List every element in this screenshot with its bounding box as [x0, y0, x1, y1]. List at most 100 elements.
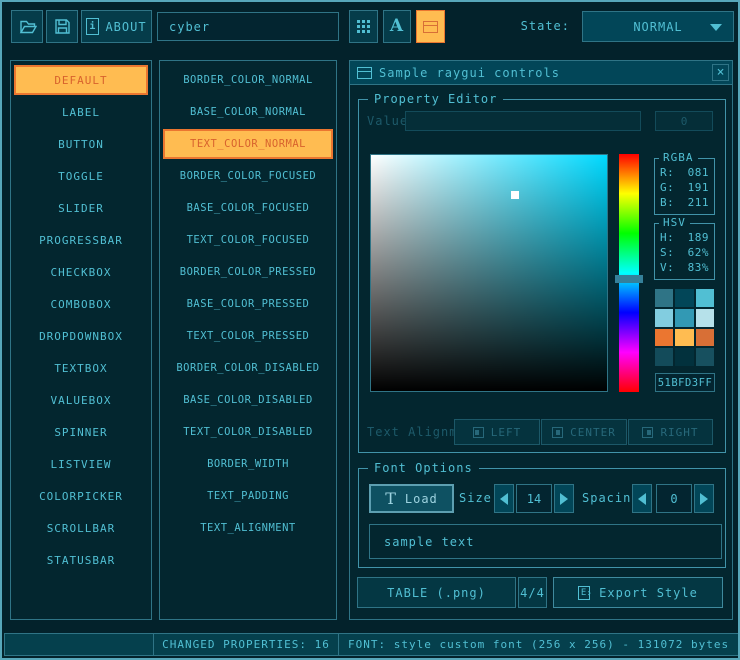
- list-item[interactable]: BORDER_COLOR_FOCUSED: [163, 161, 333, 191]
- list-item[interactable]: COMBOBOX: [14, 289, 148, 319]
- load-font-button[interactable]: T Load: [369, 484, 454, 513]
- palette-swatch[interactable]: [675, 348, 693, 366]
- spacing-value-box[interactable]: 0: [656, 484, 692, 513]
- list-item[interactable]: SCROLLBAR: [14, 513, 148, 543]
- spacing-decrease-button[interactable]: [632, 484, 652, 513]
- spacing-increase-button[interactable]: [694, 484, 714, 513]
- palette-swatch[interactable]: [696, 329, 714, 347]
- hex-color-input[interactable]: 51BFD3FF: [655, 373, 715, 392]
- list-item[interactable]: PROGRESSBAR: [14, 225, 148, 255]
- s-value: 62%: [688, 245, 709, 260]
- list-item[interactable]: DROPDOWNBOX: [14, 321, 148, 351]
- rgba-group: RGBA R: 081 G: 191 B: 211: [654, 158, 715, 215]
- list-item[interactable]: TEXTBOX: [14, 353, 148, 383]
- size-decrease-button[interactable]: [494, 484, 514, 513]
- style-name-input[interactable]: [157, 12, 339, 41]
- align-center-icon: [552, 427, 563, 438]
- table-png-button[interactable]: TABLE (.png): [357, 577, 516, 608]
- floppy-save-icon: [53, 17, 72, 36]
- state-dropdown[interactable]: NORMAL: [582, 11, 734, 42]
- font-preview-button[interactable]: A: [383, 10, 411, 43]
- list-item[interactable]: BASE_COLOR_FOCUSED: [163, 193, 333, 223]
- arrow-left-icon: [638, 493, 646, 505]
- window-preview-button-active[interactable]: [416, 10, 445, 43]
- statusbar-spacer: [4, 633, 154, 656]
- list-item[interactable]: TEXT_COLOR_FOCUSED: [163, 225, 333, 255]
- list-item[interactable]: TEXT_COLOR_PRESSED: [163, 321, 333, 351]
- about-button[interactable]: i ABOUT: [81, 10, 152, 43]
- align-center-button[interactable]: CENTER: [541, 419, 627, 445]
- palette-swatch[interactable]: [675, 329, 693, 347]
- palette-swatch[interactable]: [655, 309, 673, 327]
- list-item[interactable]: BORDER_COLOR_PRESSED: [163, 257, 333, 287]
- size-value-box[interactable]: 14: [516, 484, 552, 513]
- sample-text-input[interactable]: sample text: [369, 524, 722, 559]
- color-picker-panel[interactable]: [370, 154, 608, 392]
- list-item[interactable]: COLORPICKER: [14, 481, 148, 511]
- palette-swatch[interactable]: [675, 309, 693, 327]
- hsv-group: HSV H: 189 S: 62% V: 83%: [654, 223, 715, 280]
- edit-mode-grid-button[interactable]: [349, 10, 378, 43]
- rgba-r-row: R: 081: [660, 165, 709, 180]
- window-title: Sample raygui controls: [379, 66, 560, 80]
- g-value: 191: [688, 180, 709, 195]
- list-item[interactable]: TEXT_COLOR_NORMAL: [163, 129, 333, 159]
- property-editor-group-label: Property Editor: [368, 92, 503, 106]
- export-icon: E: [578, 586, 590, 600]
- export-style-button[interactable]: E Export Style: [553, 577, 723, 608]
- list-item[interactable]: BORDER_COLOR_DISABLED: [163, 353, 333, 383]
- info-icon: i: [86, 18, 99, 35]
- list-item[interactable]: BASE_COLOR_NORMAL: [163, 97, 333, 127]
- controls-list-panel: DEFAULTLABELBUTTONTOGGLESLIDERPROGRESSBA…: [10, 60, 152, 620]
- palette-swatch[interactable]: [655, 348, 673, 366]
- rgba-b-row: B: 211: [660, 195, 709, 210]
- align-left-button[interactable]: LEFT: [454, 419, 540, 445]
- load-font-label: Load: [405, 492, 438, 506]
- h-label: H:: [660, 230, 674, 245]
- value-spinner-box[interactable]: 0: [655, 111, 713, 131]
- palette-swatch[interactable]: [696, 289, 714, 307]
- list-item[interactable]: BASE_COLOR_DISABLED: [163, 385, 333, 415]
- close-window-button[interactable]: ×: [712, 64, 729, 81]
- size-increase-button[interactable]: [554, 484, 574, 513]
- color-picker-marker[interactable]: [511, 191, 519, 199]
- list-item[interactable]: BORDER_WIDTH: [163, 449, 333, 479]
- list-item[interactable]: CHECKBOX: [14, 257, 148, 287]
- list-item[interactable]: DEFAULT: [14, 65, 148, 95]
- align-right-button[interactable]: RIGHT: [628, 419, 713, 445]
- open-folder-icon: [18, 17, 37, 36]
- save-style-button[interactable]: [46, 10, 78, 43]
- window-titlebar[interactable]: Sample raygui controls: [350, 61, 732, 85]
- list-item[interactable]: BASE_COLOR_PRESSED: [163, 289, 333, 319]
- list-item[interactable]: BUTTON: [14, 129, 148, 159]
- open-style-button[interactable]: [11, 10, 43, 43]
- export-pages-value-box[interactable]: 4/4: [518, 577, 547, 608]
- font-options-group: Font Options T Load Size: 14 Spacing: 0 …: [358, 468, 726, 568]
- font-t-icon: T: [385, 491, 397, 507]
- palette-swatch[interactable]: [675, 289, 693, 307]
- list-item[interactable]: TOGGLE: [14, 161, 148, 191]
- palette-swatch[interactable]: [696, 309, 714, 327]
- list-item[interactable]: VALUEBOX: [14, 385, 148, 415]
- property-editor-group: Property Editor Value: 0 RGBA R: 081 G: …: [358, 99, 726, 453]
- list-item[interactable]: TEXT_ALIGNMENT: [163, 513, 333, 543]
- rguistyler-app: i ABOUT A State: NORMAL DEFAULTLABELBUTT…: [0, 0, 740, 660]
- about-button-label: ABOUT: [105, 20, 146, 34]
- value-input[interactable]: [405, 111, 641, 131]
- list-item[interactable]: LISTVIEW: [14, 449, 148, 479]
- list-item[interactable]: STATUSBAR: [14, 545, 148, 575]
- hue-slider-bar[interactable]: [619, 154, 639, 392]
- list-item[interactable]: LABEL: [14, 97, 148, 127]
- hue-slider-handle[interactable]: [615, 275, 643, 283]
- style-color-palette: [655, 289, 714, 366]
- list-item[interactable]: TEXT_PADDING: [163, 481, 333, 511]
- palette-swatch[interactable]: [696, 348, 714, 366]
- palette-swatch[interactable]: [655, 289, 673, 307]
- window-icon: [357, 67, 372, 79]
- palette-swatch[interactable]: [655, 329, 673, 347]
- list-item[interactable]: SLIDER: [14, 193, 148, 223]
- list-item[interactable]: BORDER_COLOR_NORMAL: [163, 65, 333, 95]
- rgba-g-row: G: 191: [660, 180, 709, 195]
- list-item[interactable]: TEXT_COLOR_DISABLED: [163, 417, 333, 447]
- list-item[interactable]: SPINNER: [14, 417, 148, 447]
